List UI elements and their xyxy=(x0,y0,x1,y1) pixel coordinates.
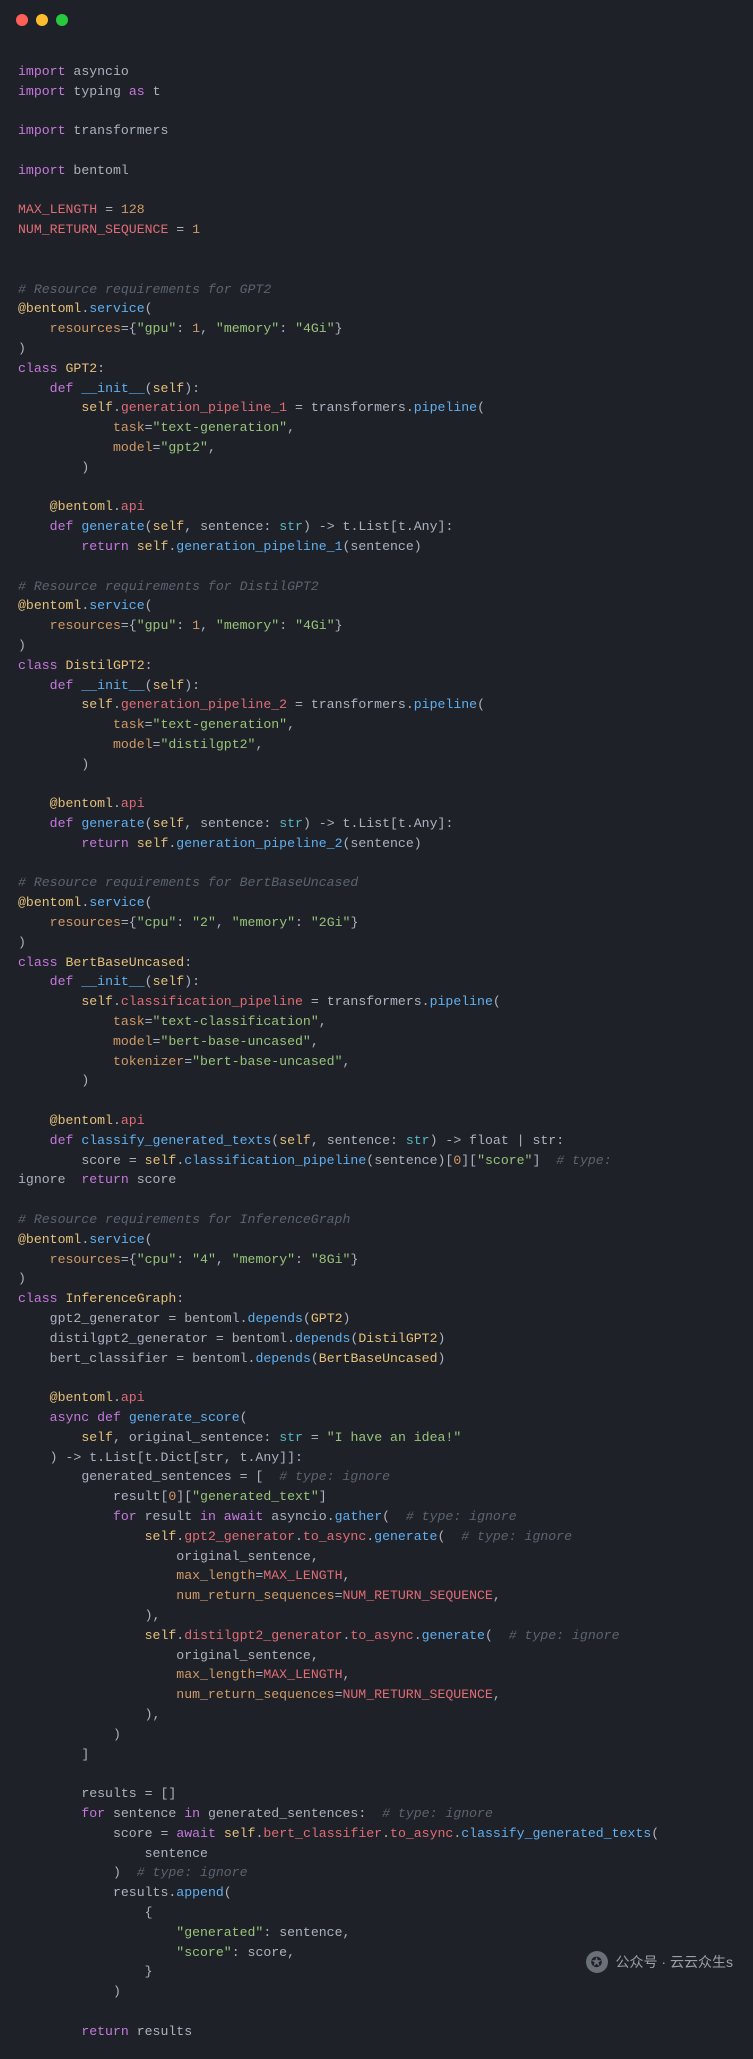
bert-task: "text-classification" xyxy=(153,1014,319,1029)
graph-ret: t.List[t.Dict[str, t.Any]] xyxy=(89,1450,295,1465)
type-ignore-3: # type: ignore xyxy=(461,1529,572,1544)
type-ignore-5: # type: ignore xyxy=(382,1806,493,1821)
ignore-word: ignore xyxy=(18,1172,65,1187)
bert-ret: float | str xyxy=(469,1133,556,1148)
bert-api-fn: classify_generated_texts xyxy=(81,1133,271,1148)
watermark-label: 公众号 · 云云众生s xyxy=(616,1952,733,1973)
distil-task: "text-generation" xyxy=(153,717,288,732)
const-maxlen-val: 128 xyxy=(121,202,145,217)
gpt2-task: "text-generation" xyxy=(153,420,288,435)
close-icon[interactable] xyxy=(16,14,28,26)
distil-pipe: generation_pipeline_2 xyxy=(121,697,287,712)
class-distil: DistilGPT2 xyxy=(66,658,145,673)
score-key: "score" xyxy=(176,1945,231,1960)
code-block: import asyncio import typing as t import… xyxy=(0,36,753,2059)
const-nrs: NUM_RETURN_SEQUENCE xyxy=(18,222,168,237)
gpt2-model: "gpt2" xyxy=(160,440,207,455)
typing-alias: t xyxy=(153,84,161,99)
gpt2-ret: t.List[t.Any] xyxy=(343,519,446,534)
type-ignore-6: # type: ignore xyxy=(137,1865,248,1880)
graph-cpu: "4" xyxy=(192,1252,216,1267)
minimize-icon[interactable] xyxy=(36,14,48,26)
dep-distil-cls: DistilGPT2 xyxy=(358,1331,437,1346)
distil-api-fn: generate xyxy=(81,816,144,831)
class-graph: InferenceGraph xyxy=(66,1291,177,1306)
dep-gpt2-cls: GPT2 xyxy=(311,1311,343,1326)
dep-distil: distilgpt2_generator xyxy=(50,1331,208,1346)
import-typing: typing xyxy=(73,84,120,99)
wechat-icon: ✪ xyxy=(586,1951,608,1973)
class-bert: BertBaseUncased xyxy=(66,955,185,970)
const-nrs-val: 1 xyxy=(192,222,200,237)
type-ignore-4: # type: ignore xyxy=(509,1628,620,1643)
gpt2-mem: "4Gi" xyxy=(295,321,335,336)
bert-cpu: "2" xyxy=(192,915,216,930)
comment-distil: # Resource requirements for DistilGPT2 xyxy=(18,579,319,594)
comment-gpt2: # Resource requirements for GPT2 xyxy=(18,282,271,297)
type-ignore-partial: # type: xyxy=(556,1153,611,1168)
bert-pipe: classification_pipeline xyxy=(121,994,303,1009)
dep-bert: bert_classifier xyxy=(50,1351,169,1366)
gpt2-pipe: generation_pipeline_1 xyxy=(121,400,287,415)
graph-mem: "8Gi" xyxy=(311,1252,351,1267)
distil-model: "distilgpt2" xyxy=(160,737,255,752)
bert-mem: "2Gi" xyxy=(311,915,351,930)
watermark: ✪ 公众号 · 云云众生s xyxy=(586,1951,733,1973)
gen-key: "generated" xyxy=(176,1925,263,1940)
bert-tokenizer: "bert-base-uncased" xyxy=(192,1054,342,1069)
gpt2-api-fn: generate xyxy=(81,519,144,534)
distil-mem: "4Gi" xyxy=(295,618,335,633)
class-gpt2: GPT2 xyxy=(66,361,98,376)
gen-text-key: "generated_text" xyxy=(192,1489,319,1504)
gpt2-gpu: 1 xyxy=(192,321,200,336)
import-bentoml: bentoml xyxy=(73,163,128,178)
import-asyncio: asyncio xyxy=(73,64,128,79)
distil-ret: t.List[t.Any] xyxy=(343,816,446,831)
const-maxlen: MAX_LENGTH xyxy=(18,202,97,217)
dep-bert-cls: BertBaseUncased xyxy=(319,1351,438,1366)
graph-api-fn: generate_score xyxy=(129,1410,240,1425)
bert-score-key: "score" xyxy=(477,1153,532,1168)
type-ignore-2: # type: ignore xyxy=(406,1509,517,1524)
dep-gpt2: gpt2_generator xyxy=(50,1311,161,1326)
comment-bert: # Resource requirements for BertBaseUnca… xyxy=(18,875,358,890)
bert-model: "bert-base-uncased" xyxy=(160,1034,310,1049)
maximize-icon[interactable] xyxy=(56,14,68,26)
default-sentence: "I have an idea!" xyxy=(327,1430,462,1445)
type-ignore-1: # type: ignore xyxy=(279,1469,390,1484)
distil-gpu: 1 xyxy=(192,618,200,633)
import-transformers: transformers xyxy=(73,123,168,138)
window-chrome xyxy=(0,0,753,36)
comment-graph: # Resource requirements for InferenceGra… xyxy=(18,1212,350,1227)
